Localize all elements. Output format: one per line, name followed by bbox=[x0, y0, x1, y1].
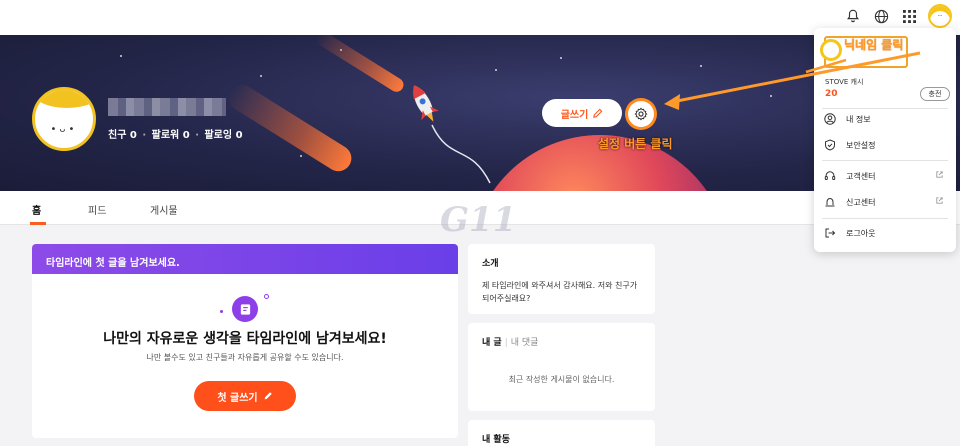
pencil-icon bbox=[264, 392, 272, 400]
cash-label: STOVE 캐시 bbox=[825, 78, 864, 86]
settings-annotation: 설정 버튼 클릭 bbox=[598, 137, 673, 151]
top-icons: ·· bbox=[844, 4, 952, 28]
write-button[interactable]: 글쓰기 bbox=[542, 99, 622, 127]
tab-separator: | bbox=[504, 338, 508, 348]
timeline-subtitle: 나만 볼수도 있고 친구들과 자유롭게 공유할 수도 있습니다. bbox=[146, 353, 344, 362]
timeline-title: 나만의 자유로운 생각을 타임라인에 남겨보세요! bbox=[103, 331, 387, 347]
menu-item-report-center[interactable]: 신고센터 bbox=[824, 193, 948, 211]
tab-home[interactable]: 홈 bbox=[32, 202, 41, 217]
first-post-button[interactable]: 첫 글쓰기 bbox=[194, 381, 296, 411]
about-title: 소개 bbox=[482, 259, 499, 269]
nickname-annotation[interactable]: 닉네임 클릭 bbox=[844, 36, 903, 53]
star bbox=[260, 75, 262, 77]
posts-empty-message: 최근 작성한 게시물이 없습니다. bbox=[508, 375, 615, 384]
siren-icon bbox=[824, 196, 836, 208]
bell-icon[interactable] bbox=[844, 7, 862, 25]
headset-icon bbox=[824, 170, 836, 182]
menu-divider bbox=[822, 108, 948, 109]
globe-icon[interactable] bbox=[872, 7, 890, 25]
tab-feed[interactable]: 피드 bbox=[88, 202, 106, 217]
profile-summary: •ᴗ• 친구 0 · 팔로워 0 · 팔로잉 0 bbox=[32, 87, 243, 151]
menu-item-label: 내 정보 bbox=[846, 114, 871, 124]
external-link-icon bbox=[935, 170, 944, 181]
menu-divider bbox=[822, 160, 948, 161]
following-label[interactable]: 팔로잉 bbox=[204, 130, 232, 141]
star bbox=[495, 69, 497, 71]
first-post-label: 첫 글쓰기 bbox=[217, 392, 258, 404]
menu-item-label: 신고센터 bbox=[846, 197, 876, 207]
menu-avatar[interactable] bbox=[820, 39, 842, 61]
friends-label[interactable]: 친구 bbox=[108, 130, 126, 141]
rocket-trail bbox=[431, 124, 491, 184]
star bbox=[120, 55, 122, 57]
stat-separator: · bbox=[195, 129, 199, 141]
decor-dot bbox=[220, 310, 223, 313]
comet bbox=[223, 79, 357, 177]
menu-item-security[interactable]: 보안설정 bbox=[824, 136, 948, 154]
followers-count: 0 bbox=[182, 129, 190, 141]
star bbox=[560, 57, 562, 59]
menu-item-my-info[interactable]: 내 정보 bbox=[824, 110, 948, 128]
posts-tabs: 내 글 | 내 댓글 bbox=[482, 335, 641, 348]
menu-item-label: 로그아웃 bbox=[846, 228, 876, 238]
decor-dot bbox=[264, 294, 269, 299]
user-dropdown-menu: 닉네임 클릭 STOVE 캐시 20 충전 내 정보 보안설정 고객센터 신고센… bbox=[814, 28, 956, 252]
menu-item-label: 고객센터 bbox=[846, 171, 876, 181]
user-circle-icon bbox=[824, 113, 836, 125]
cash-value: 20 bbox=[825, 89, 838, 99]
my-posts-card: 내 글 | 내 댓글 최근 작성한 게시물이 없습니다. bbox=[468, 323, 655, 411]
follow-stats: 친구 0 · 팔로워 0 · 팔로잉 0 bbox=[108, 126, 243, 141]
timeline-card: 타임라인에 첫 글을 남겨보세요. 나만의 자유로운 생각을 타임라인에 남겨보… bbox=[32, 244, 458, 438]
tab-my-comments[interactable]: 내 댓글 bbox=[511, 338, 539, 348]
rocket-icon bbox=[413, 85, 439, 122]
avatar-face-icon: •ᴗ• bbox=[50, 124, 78, 135]
tab-my-posts[interactable]: 내 글 bbox=[482, 338, 502, 348]
pencil-icon bbox=[593, 108, 603, 118]
shield-icon bbox=[824, 139, 836, 151]
friends-count: 0 bbox=[129, 129, 137, 141]
charge-button[interactable]: 충전 bbox=[920, 87, 950, 101]
menu-item-label: 보안설정 bbox=[846, 140, 876, 150]
about-card: 소개 제 타임라인에 와주셔서 감사해요. 저와 친구가 되어주실래요? bbox=[468, 244, 655, 314]
timeline-banner: 타임라인에 첫 글을 남겨보세요. bbox=[32, 244, 458, 274]
menu-divider bbox=[822, 218, 948, 219]
comet bbox=[313, 35, 407, 95]
following-count: 0 bbox=[235, 129, 243, 141]
active-tab-indicator bbox=[30, 222, 46, 225]
profile-info: 친구 0 · 팔로워 0 · 팔로잉 0 bbox=[108, 97, 243, 141]
menu-item-logout[interactable]: 로그아웃 bbox=[824, 224, 948, 242]
memo-icon bbox=[232, 296, 258, 322]
gear-icon bbox=[634, 107, 648, 121]
star bbox=[700, 65, 702, 67]
star bbox=[300, 155, 302, 157]
my-activity-card: 내 활동 bbox=[468, 420, 655, 446]
activity-title: 내 활동 bbox=[482, 435, 510, 445]
nickname-blurred[interactable] bbox=[108, 97, 226, 116]
write-button-label: 글쓰기 bbox=[560, 109, 589, 121]
profile-avatar[interactable]: •ᴗ• bbox=[32, 87, 96, 151]
stat-separator: · bbox=[142, 129, 147, 141]
settings-button[interactable] bbox=[628, 101, 654, 127]
apps-grid-icon[interactable] bbox=[900, 7, 918, 25]
followers-label[interactable]: 팔로워 bbox=[152, 130, 180, 141]
user-avatar[interactable]: ·· bbox=[928, 4, 952, 28]
watermark-logo: G11 bbox=[440, 200, 517, 240]
about-text: 제 타임라인에 와주셔서 감사해요. 저와 친구가 되어주실래요? bbox=[482, 281, 638, 303]
star bbox=[770, 95, 772, 97]
logout-icon bbox=[824, 227, 836, 239]
tab-posts[interactable]: 게시물 bbox=[150, 202, 178, 217]
menu-item-customer-center[interactable]: 고객센터 bbox=[824, 167, 948, 185]
external-link-icon bbox=[935, 196, 944, 207]
